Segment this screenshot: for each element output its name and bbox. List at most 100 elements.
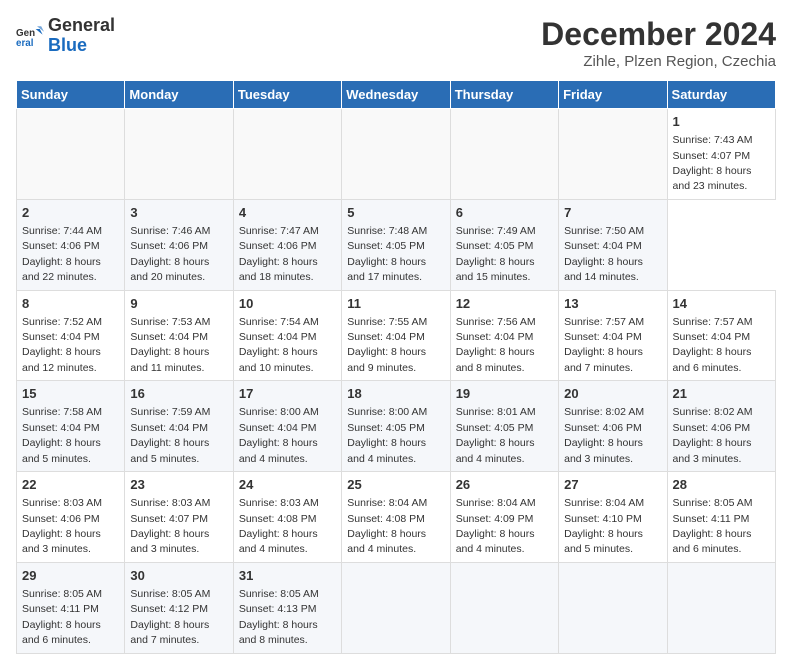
day-info: Sunrise: 7:58 AMSunset: 4:04 PMDaylight:… — [22, 406, 102, 464]
day-header-tuesday: Tuesday — [233, 81, 341, 109]
calendar-cell: 7 Sunrise: 7:50 AMSunset: 4:04 PMDayligh… — [559, 199, 667, 290]
calendar-week-3: 15 Sunrise: 7:58 AMSunset: 4:04 PMDaylig… — [17, 381, 776, 472]
day-number: 31 — [239, 567, 336, 585]
day-info: Sunrise: 7:43 AMSunset: 4:07 PMDaylight:… — [673, 134, 753, 192]
calendar-week-5: 29 Sunrise: 8:05 AMSunset: 4:11 PMDaylig… — [17, 562, 776, 653]
calendar-cell: 11 Sunrise: 7:55 AMSunset: 4:04 PMDaylig… — [342, 290, 450, 381]
day-header-sunday: Sunday — [17, 81, 125, 109]
calendar-cell: 4 Sunrise: 7:47 AMSunset: 4:06 PMDayligh… — [233, 199, 341, 290]
day-number: 29 — [22, 567, 119, 585]
day-number: 21 — [673, 385, 770, 403]
day-number: 1 — [673, 113, 770, 131]
day-info: Sunrise: 7:49 AMSunset: 4:05 PMDaylight:… — [456, 225, 536, 283]
day-info: Sunrise: 7:46 AMSunset: 4:06 PMDaylight:… — [130, 225, 210, 283]
day-info: Sunrise: 8:00 AMSunset: 4:05 PMDaylight:… — [347, 406, 427, 464]
day-number: 25 — [347, 476, 444, 494]
calendar-header-row: SundayMondayTuesdayWednesdayThursdayFrid… — [17, 81, 776, 109]
calendar-cell: 18 Sunrise: 8:00 AMSunset: 4:05 PMDaylig… — [342, 381, 450, 472]
calendar-cell — [559, 562, 667, 653]
calendar-cell: 24 Sunrise: 8:03 AMSunset: 4:08 PMDaylig… — [233, 472, 341, 563]
day-info: Sunrise: 7:56 AMSunset: 4:04 PMDaylight:… — [456, 316, 536, 374]
calendar-cell: 28 Sunrise: 8:05 AMSunset: 4:11 PMDaylig… — [667, 472, 775, 563]
calendar-cell: 26 Sunrise: 8:04 AMSunset: 4:09 PMDaylig… — [450, 472, 558, 563]
day-number: 17 — [239, 385, 336, 403]
day-info: Sunrise: 8:05 AMSunset: 4:13 PMDaylight:… — [239, 588, 319, 646]
day-info: Sunrise: 8:03 AMSunset: 4:06 PMDaylight:… — [22, 497, 102, 555]
calendar-cell: 15 Sunrise: 7:58 AMSunset: 4:04 PMDaylig… — [17, 381, 125, 472]
day-info: Sunrise: 7:48 AMSunset: 4:05 PMDaylight:… — [347, 225, 427, 283]
calendar-cell: 16 Sunrise: 7:59 AMSunset: 4:04 PMDaylig… — [125, 381, 233, 472]
calendar-cell — [342, 562, 450, 653]
day-number: 22 — [22, 476, 119, 494]
day-info: Sunrise: 8:03 AMSunset: 4:08 PMDaylight:… — [239, 497, 319, 555]
day-info: Sunrise: 7:59 AMSunset: 4:04 PMDaylight:… — [130, 406, 210, 464]
day-info: Sunrise: 7:47 AMSunset: 4:06 PMDaylight:… — [239, 225, 319, 283]
calendar-cell: 12 Sunrise: 7:56 AMSunset: 4:04 PMDaylig… — [450, 290, 558, 381]
day-info: Sunrise: 8:04 AMSunset: 4:08 PMDaylight:… — [347, 497, 427, 555]
day-info: Sunrise: 7:57 AMSunset: 4:04 PMDaylight:… — [564, 316, 644, 374]
calendar-cell: 6 Sunrise: 7:49 AMSunset: 4:05 PMDayligh… — [450, 199, 558, 290]
day-header-monday: Monday — [125, 81, 233, 109]
calendar-cell: 20 Sunrise: 8:02 AMSunset: 4:06 PMDaylig… — [559, 381, 667, 472]
day-number: 27 — [564, 476, 661, 494]
day-number: 24 — [239, 476, 336, 494]
day-info: Sunrise: 8:04 AMSunset: 4:10 PMDaylight:… — [564, 497, 644, 555]
header: Gen eral General Blue December 2024 Zihl… — [16, 16, 776, 70]
calendar-cell — [125, 109, 233, 200]
day-number: 15 — [22, 385, 119, 403]
day-number: 11 — [347, 295, 444, 313]
day-info: Sunrise: 7:50 AMSunset: 4:04 PMDaylight:… — [564, 225, 644, 283]
day-info: Sunrise: 7:55 AMSunset: 4:04 PMDaylight:… — [347, 316, 427, 374]
calendar-cell: 10 Sunrise: 7:54 AMSunset: 4:04 PMDaylig… — [233, 290, 341, 381]
calendar-cell: 5 Sunrise: 7:48 AMSunset: 4:05 PMDayligh… — [342, 199, 450, 290]
day-number: 19 — [456, 385, 553, 403]
logo-blue: Blue — [48, 35, 87, 55]
day-number: 13 — [564, 295, 661, 313]
day-number: 10 — [239, 295, 336, 313]
calendar-cell: 14 Sunrise: 7:57 AMSunset: 4:04 PMDaylig… — [667, 290, 775, 381]
day-info: Sunrise: 8:04 AMSunset: 4:09 PMDaylight:… — [456, 497, 536, 555]
calendar-body: 1 Sunrise: 7:43 AMSunset: 4:07 PMDayligh… — [17, 109, 776, 654]
calendar-cell: 21 Sunrise: 8:02 AMSunset: 4:06 PMDaylig… — [667, 381, 775, 472]
calendar-cell: 17 Sunrise: 8:00 AMSunset: 4:04 PMDaylig… — [233, 381, 341, 472]
calendar-cell: 30 Sunrise: 8:05 AMSunset: 4:12 PMDaylig… — [125, 562, 233, 653]
day-number: 6 — [456, 204, 553, 222]
day-info: Sunrise: 7:57 AMSunset: 4:04 PMDaylight:… — [673, 316, 753, 374]
day-info: Sunrise: 7:54 AMSunset: 4:04 PMDaylight:… — [239, 316, 319, 374]
day-info: Sunrise: 8:01 AMSunset: 4:05 PMDaylight:… — [456, 406, 536, 464]
calendar-cell — [667, 562, 775, 653]
day-number: 7 — [564, 204, 661, 222]
month-title: December 2024 — [541, 16, 776, 53]
calendar-cell: 23 Sunrise: 8:03 AMSunset: 4:07 PMDaylig… — [125, 472, 233, 563]
location: Zihle, Plzen Region, Czechia — [541, 53, 776, 70]
svg-text:eral: eral — [16, 38, 34, 49]
day-header-friday: Friday — [559, 81, 667, 109]
day-info: Sunrise: 8:05 AMSunset: 4:11 PMDaylight:… — [22, 588, 102, 646]
day-info: Sunrise: 7:52 AMSunset: 4:04 PMDaylight:… — [22, 316, 102, 374]
calendar-table: SundayMondayTuesdayWednesdayThursdayFrid… — [16, 80, 776, 654]
day-number: 5 — [347, 204, 444, 222]
day-info: Sunrise: 7:53 AMSunset: 4:04 PMDaylight:… — [130, 316, 210, 374]
day-info: Sunrise: 8:03 AMSunset: 4:07 PMDaylight:… — [130, 497, 210, 555]
day-header-saturday: Saturday — [667, 81, 775, 109]
day-info: Sunrise: 8:05 AMSunset: 4:11 PMDaylight:… — [673, 497, 753, 555]
calendar-cell — [17, 109, 125, 200]
day-number: 26 — [456, 476, 553, 494]
calendar-cell: 31 Sunrise: 8:05 AMSunset: 4:13 PMDaylig… — [233, 562, 341, 653]
day-info: Sunrise: 8:05 AMSunset: 4:12 PMDaylight:… — [130, 588, 210, 646]
calendar-week-1: 2 Sunrise: 7:44 AMSunset: 4:06 PMDayligh… — [17, 199, 776, 290]
calendar-cell — [559, 109, 667, 200]
day-number: 23 — [130, 476, 227, 494]
day-number: 9 — [130, 295, 227, 313]
day-number: 16 — [130, 385, 227, 403]
day-number: 3 — [130, 204, 227, 222]
day-number: 12 — [456, 295, 553, 313]
calendar-cell — [450, 562, 558, 653]
logo-text: General Blue — [48, 16, 115, 56]
logo: Gen eral General Blue — [16, 16, 115, 56]
day-number: 28 — [673, 476, 770, 494]
day-number: 30 — [130, 567, 227, 585]
calendar-cell — [233, 109, 341, 200]
calendar-cell: 2 Sunrise: 7:44 AMSunset: 4:06 PMDayligh… — [17, 199, 125, 290]
calendar-cell: 19 Sunrise: 8:01 AMSunset: 4:05 PMDaylig… — [450, 381, 558, 472]
